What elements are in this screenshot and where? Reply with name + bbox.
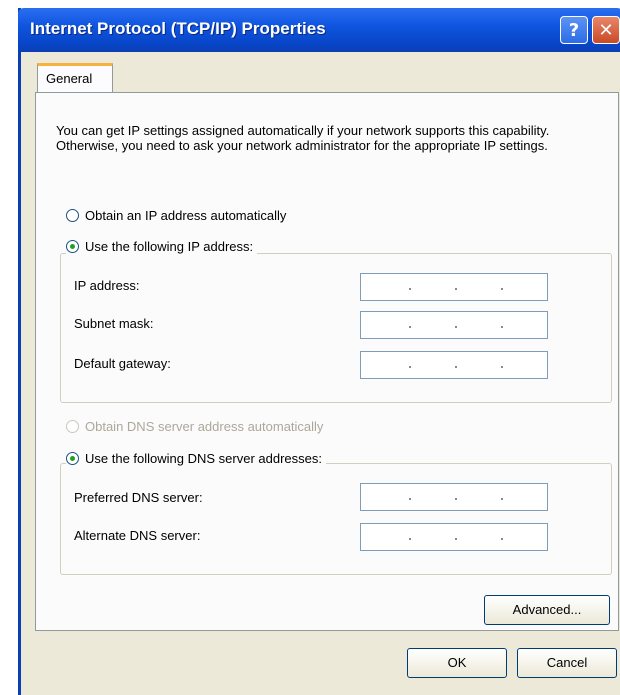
radio-selected-icon[interactable] [66,451,79,465]
ip-address-label: IP address: [74,278,140,293]
general-panel: You can get IP settings assigned automat… [35,92,619,631]
default-gateway-label: Default gateway: [74,356,171,371]
close-icon: ✕ [598,19,614,41]
title-bar[interactable]: Internet Protocol (TCP/IP) Properties ? … [18,8,620,52]
default-gateway-input[interactable] [360,351,548,379]
subnet-mask-input[interactable] [360,311,548,339]
radio-label: Obtain an IP address automatically [85,207,287,223]
tcpip-properties-dialog: Internet Protocol (TCP/IP) Properties ? … [18,8,620,695]
radio-disabled-icon [66,419,79,433]
radio-obtain-ip-auto[interactable]: Obtain an IP address automatically [66,206,286,224]
radio-icon[interactable] [66,208,79,222]
radio-label: Use the following DNS server addresses: [85,450,322,466]
help-button[interactable]: ? [560,16,588,44]
alternate-dns-label: Alternate DNS server: [74,528,201,543]
preferred-dns-input[interactable] [360,483,548,511]
radio-selected-icon[interactable] [66,239,79,253]
advanced-button[interactable]: Advanced... [484,595,610,625]
preferred-dns-label: Preferred DNS server: [74,490,203,505]
close-button[interactable]: ✕ [592,16,620,44]
help-icon: ? [568,19,580,41]
radio-use-following-ip[interactable]: Use the following IP address: [66,237,258,255]
alternate-dns-input[interactable] [360,523,548,551]
window-title: Internet Protocol (TCP/IP) Properties [30,19,326,38]
radio-label: Use the following IP address: [85,238,254,254]
description-text: You can get IP settings assigned automat… [56,123,550,153]
cancel-button[interactable]: Cancel [517,648,617,678]
ip-address-input[interactable] [360,273,548,301]
radio-obtain-dns-auto[interactable]: Obtain DNS server address automatically [66,417,323,435]
ok-button[interactable]: OK [407,648,507,678]
tab-general[interactable]: General [37,63,113,93]
radio-use-following-dns[interactable]: Use the following DNS server addresses: [66,449,326,467]
radio-label: Obtain DNS server address automatically [85,418,324,434]
subnet-mask-label: Subnet mask: [74,316,154,331]
dns-address-group [60,463,612,575]
